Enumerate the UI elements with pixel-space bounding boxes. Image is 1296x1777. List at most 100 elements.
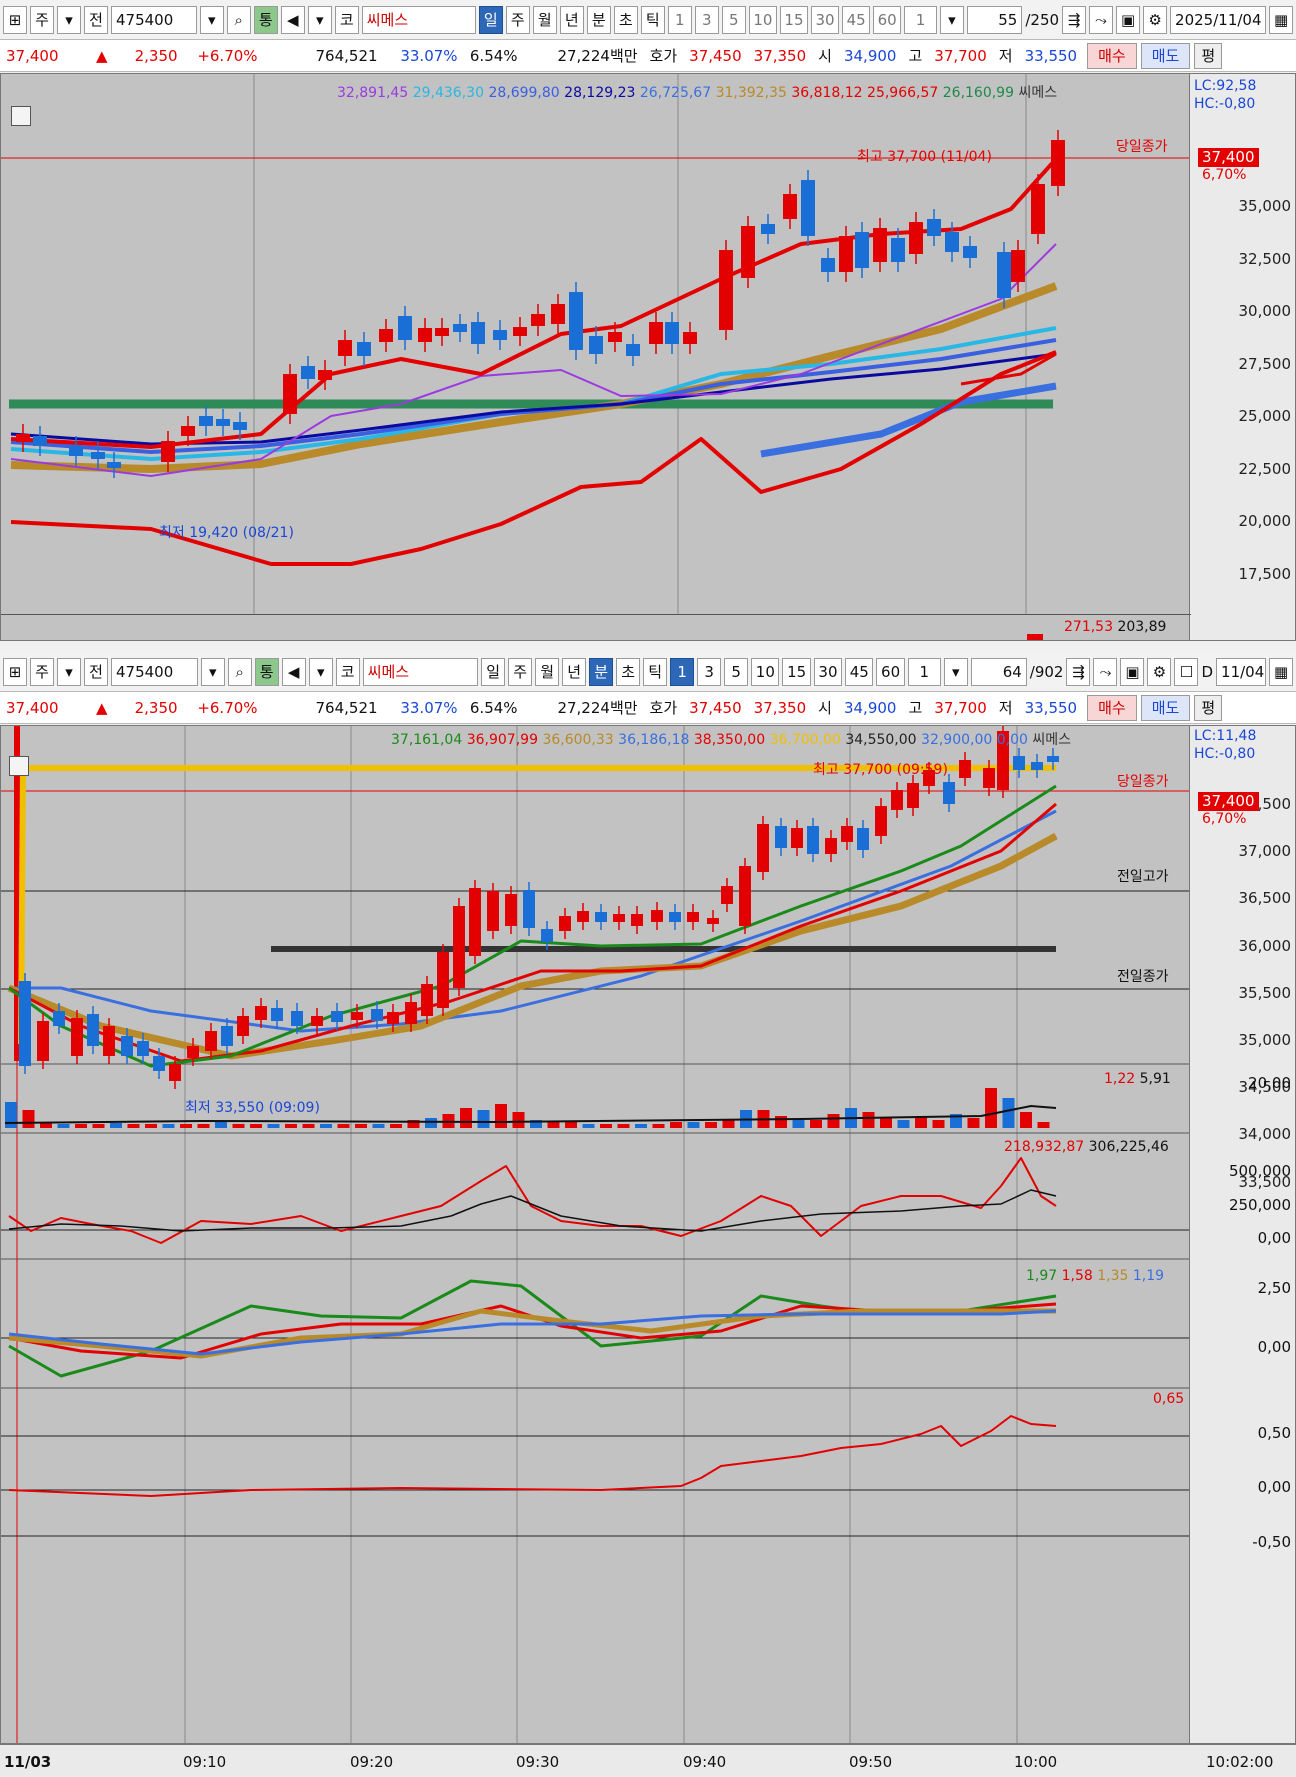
- buy-button[interactable]: 매수: [1087, 42, 1137, 69]
- tab-month[interactable]: 월: [532, 5, 557, 34]
- prev-button[interactable]: 전: [84, 657, 108, 686]
- sell-button[interactable]: 매도: [1140, 42, 1191, 69]
- tab-minute[interactable]: 분: [586, 5, 611, 34]
- chevron-down-icon[interactable]: ▾: [57, 5, 81, 34]
- interval-45[interactable]: 45: [845, 657, 874, 686]
- period-select[interactable]: 주: [30, 657, 54, 686]
- chevron-down-icon[interactable]: ▾: [943, 657, 968, 686]
- daily-candle: [626, 344, 640, 356]
- tab-week[interactable]: 주: [505, 5, 530, 34]
- tab-week[interactable]: 주: [508, 657, 533, 686]
- hc-value: HC:-0,80: [1194, 96, 1256, 112]
- tab-day[interactable]: 일: [478, 5, 503, 34]
- d-checkbox[interactable]: ☐: [1174, 657, 1199, 686]
- interval-5[interactable]: 5: [721, 5, 746, 34]
- daily-candle: [589, 336, 603, 354]
- interval-30[interactable]: 30: [810, 5, 840, 34]
- daily-candle: [181, 426, 195, 436]
- stock-name-field[interactable]: 씨메스: [361, 5, 476, 34]
- prev-button[interactable]: 전: [84, 5, 108, 34]
- interval-select[interactable]: 1: [907, 657, 941, 686]
- tab-tick[interactable]: 틱: [643, 657, 668, 686]
- tab-second[interactable]: 초: [613, 5, 638, 34]
- daily-candle: [649, 322, 663, 344]
- search-icon[interactable]: ⌕: [226, 5, 251, 34]
- market-button[interactable]: 코: [334, 5, 359, 34]
- tab-second[interactable]: 초: [616, 657, 641, 686]
- minute-candle: [437, 952, 449, 1008]
- chevron-down-icon[interactable]: ▾: [308, 657, 333, 686]
- minute-chart-area[interactable]: 37,161,04 36,907,99 36,600,33 36,186,18 …: [0, 725, 1296, 1744]
- macd-legend-d: 1,19: [1132, 1268, 1165, 1284]
- interval-3[interactable]: 3: [697, 657, 722, 686]
- count-input[interactable]: 64: [970, 657, 1027, 686]
- tong-button[interactable]: 통: [254, 657, 279, 686]
- avg-button[interactable]: 평: [1194, 694, 1223, 721]
- chevron-down-icon[interactable]: ▾: [939, 5, 964, 34]
- market-button[interactable]: 코: [335, 657, 360, 686]
- gear-icon[interactable]: ⚙: [1143, 5, 1168, 34]
- interval-15[interactable]: 15: [782, 657, 811, 686]
- stock-code-input[interactable]: 475400: [111, 657, 198, 686]
- indicator-icon[interactable]: ⇶: [1066, 657, 1091, 686]
- interval-60[interactable]: 60: [873, 5, 902, 34]
- search-icon[interactable]: ⌕: [227, 657, 252, 686]
- tab-year[interactable]: 년: [559, 5, 584, 34]
- save-icon[interactable]: ▣: [1120, 657, 1145, 686]
- tab-tick[interactable]: 틱: [640, 5, 665, 34]
- date-input[interactable]: 11/04: [1216, 657, 1267, 686]
- minute-candle: [651, 910, 663, 922]
- chevron-down-icon[interactable]: ▾: [200, 657, 225, 686]
- interval-60[interactable]: 60: [876, 657, 905, 686]
- avg-button[interactable]: 평: [1194, 42, 1223, 69]
- grid-toggle-icon[interactable]: [11, 106, 31, 126]
- indicator-icon[interactable]: ⇶: [1062, 5, 1087, 34]
- tab-month[interactable]: 월: [535, 657, 560, 686]
- tab-minute[interactable]: 분: [589, 657, 614, 686]
- chevron-down-icon[interactable]: ▾: [199, 5, 224, 34]
- calendar-icon[interactable]: ▦: [1269, 657, 1294, 686]
- interval-10[interactable]: 10: [748, 5, 777, 34]
- chevron-down-icon[interactable]: ▾: [57, 657, 81, 686]
- draw-icon[interactable]: ⤳: [1093, 657, 1118, 686]
- interval-5[interactable]: 5: [724, 657, 749, 686]
- gear-icon[interactable]: ⚙: [1147, 657, 1172, 686]
- interval-15[interactable]: 15: [779, 5, 808, 34]
- tab-year[interactable]: 년: [562, 657, 587, 686]
- stock-name-field[interactable]: 씨메스: [362, 657, 479, 686]
- legend-zero: 0,00: [996, 732, 1028, 748]
- tong-button[interactable]: 통: [253, 5, 278, 34]
- count-input[interactable]: 55: [966, 5, 1023, 34]
- speaker-icon[interactable]: ◀: [280, 5, 305, 34]
- buy-button[interactable]: 매수: [1087, 694, 1137, 721]
- stock-code-input[interactable]: 475400: [111, 5, 197, 34]
- interval-10[interactable]: 10: [751, 657, 780, 686]
- interval-3[interactable]: 3: [694, 5, 719, 34]
- minute-candle: [577, 911, 589, 922]
- interval-1[interactable]: 1: [670, 657, 695, 686]
- sell-button[interactable]: 매도: [1140, 694, 1191, 721]
- trade-amount: 27,224백만: [557, 699, 638, 717]
- daily-candle: [909, 222, 923, 254]
- chevron-down-icon[interactable]: ▾: [307, 5, 332, 34]
- date-input[interactable]: 2025/11/04: [1170, 5, 1267, 34]
- minute-candle: [331, 1011, 343, 1022]
- tab-day[interactable]: 일: [481, 657, 506, 686]
- layout-icon[interactable]: ⊞: [3, 657, 27, 686]
- calendar-icon[interactable]: ▦: [1269, 5, 1294, 34]
- legend-upper: 38,350,00: [693, 732, 766, 748]
- grid-toggle-icon[interactable]: [9, 756, 29, 776]
- interval-30[interactable]: 30: [813, 657, 843, 686]
- price-tick: 22,500: [1238, 459, 1292, 478]
- interval-1[interactable]: 1: [667, 5, 692, 34]
- interval-45[interactable]: 45: [842, 5, 871, 34]
- period-select[interactable]: 주: [30, 5, 54, 34]
- interval-select[interactable]: 1: [904, 5, 937, 34]
- daily-candle-chart[interactable]: 32,891,45 29,436,30 28,699,80 28,129,23 …: [0, 73, 1296, 641]
- volume-bar: [547, 1122, 560, 1128]
- lc-value: LC:92,58: [1194, 78, 1257, 94]
- speaker-icon[interactable]: ◀: [281, 657, 306, 686]
- draw-icon[interactable]: ⤳: [1089, 5, 1114, 34]
- save-icon[interactable]: ▣: [1116, 5, 1141, 34]
- layout-icon[interactable]: ⊞: [3, 5, 27, 34]
